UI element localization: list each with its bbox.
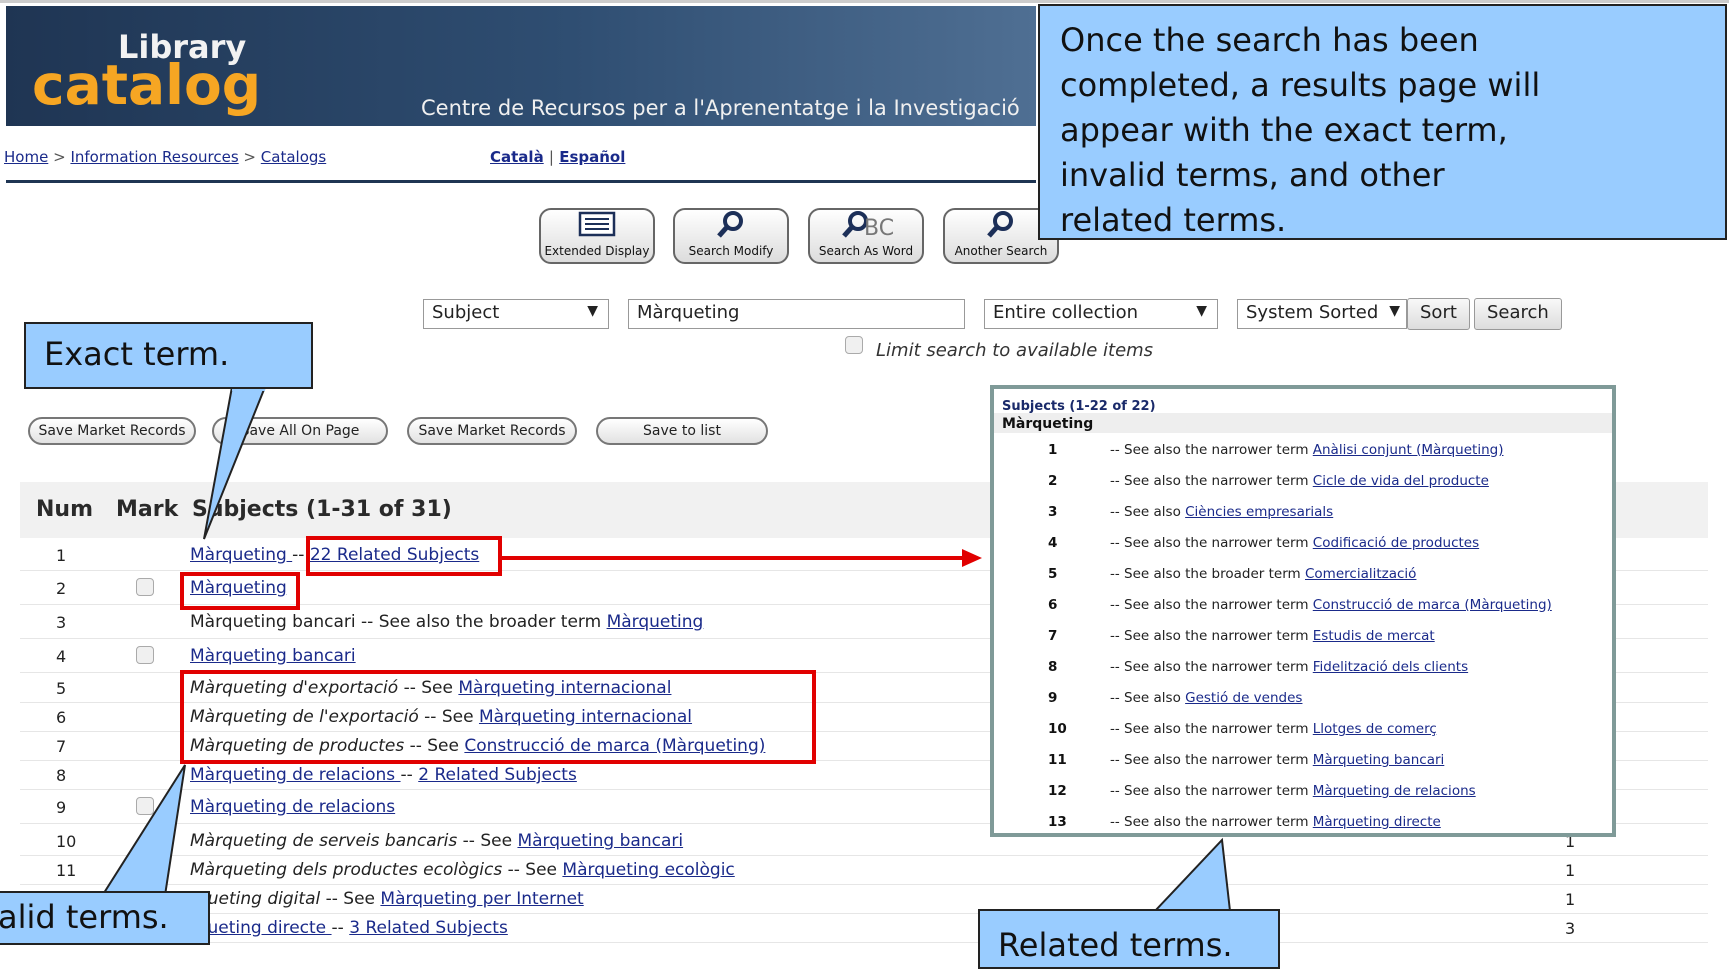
exact-term-callout: Exact term. xyxy=(24,322,313,389)
related-terms-callout: Related terms. xyxy=(978,909,1280,969)
top-callout-text: Once the search has been completed, a re… xyxy=(1060,18,1540,243)
callout-line: Once the search has been xyxy=(1060,21,1479,59)
exact-term-pointer xyxy=(203,386,267,540)
invalid-terms-text: alid terms. xyxy=(0,898,169,936)
invalid-terms-callout: alid terms. xyxy=(0,891,210,945)
top-explanation-callout: Once the search has been completed, a re… xyxy=(1038,4,1727,240)
exact-term-text: Exact term. xyxy=(44,335,230,373)
callout-line: completed, a results page will xyxy=(1060,66,1541,104)
callout-line: invalid terms, and other xyxy=(1060,156,1445,194)
related-terms-pointer xyxy=(1152,837,1232,912)
related-terms-text: Related terms. xyxy=(998,926,1233,964)
callout-line: appear with the exact term, xyxy=(1060,111,1508,149)
callout-line: related terms. xyxy=(1060,201,1287,239)
